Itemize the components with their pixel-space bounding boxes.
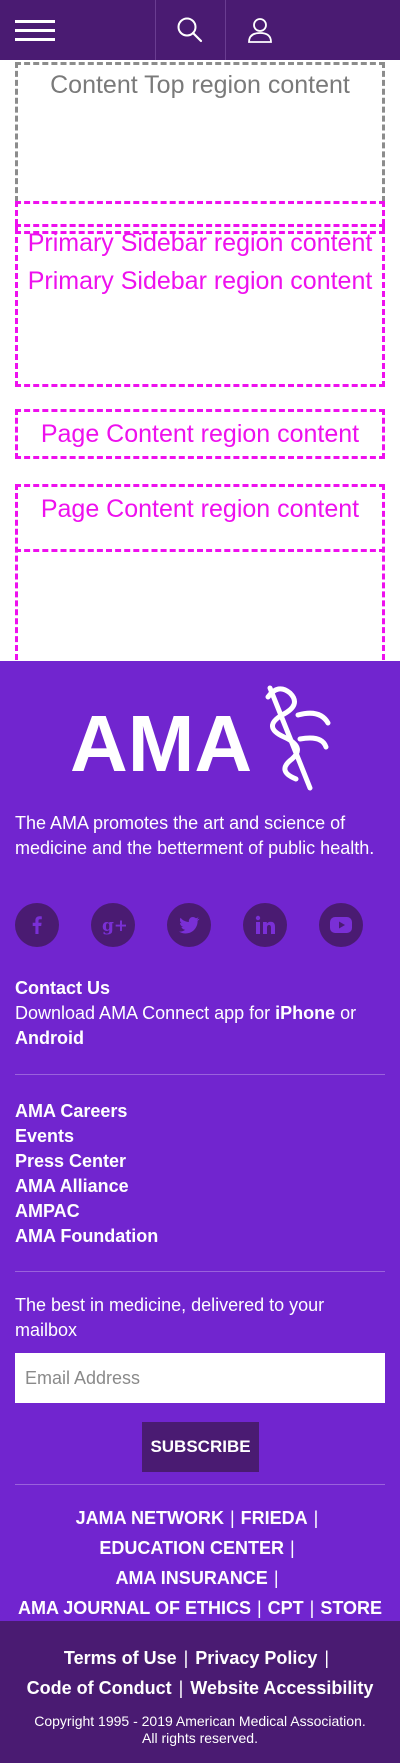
link-ama-alliance[interactable]: AMA Alliance xyxy=(15,1174,385,1199)
copyright-line: Copyright 1995 - 2019 American Medical A… xyxy=(34,1713,366,1729)
footer-tagline: The AMA promotes the art and science of … xyxy=(15,813,375,858)
partner-row: AMA INSURANCE | xyxy=(115,1568,279,1588)
link-ama-careers[interactable]: AMA Careers xyxy=(15,1099,385,1124)
page-content-region-label: Page Content region content xyxy=(40,495,360,523)
download-prefix: Download AMA Connect app for xyxy=(15,1003,276,1023)
ama-logo-text: AMA xyxy=(70,699,252,788)
link-ama-insurance[interactable]: AMA INSURANCE xyxy=(115,1568,267,1588)
legal-links: Terms of Use | Privacy Policy | Code of Con… xyxy=(5,1643,395,1703)
partner-row: JAMA NETWORK | FRIEDA | xyxy=(75,1508,319,1528)
link-press-center[interactable]: Press Center xyxy=(15,1149,385,1174)
header-divider xyxy=(155,0,156,60)
divider xyxy=(15,1484,385,1485)
link-ama-foundation[interactable]: AMA Foundation xyxy=(15,1224,385,1249)
primary-sidebar-region-label: Primary Sidebar region content xyxy=(27,267,373,295)
search-icon[interactable] xyxy=(175,15,205,45)
contact-block: Contact Us Download AMA Connect app for … xyxy=(15,976,385,1051)
partner-row: EDUCATION CENTER | xyxy=(99,1538,295,1558)
site-footer: AMA The AMA promotes the art and science… xyxy=(0,661,400,1621)
hamburger-menu-icon[interactable] xyxy=(15,20,55,42)
page-content-region: Page Content region content xyxy=(15,409,385,459)
link-events[interactable]: Events xyxy=(15,1124,385,1149)
divider xyxy=(15,1074,385,1075)
partner-row: AMA JOURNAL OF ETHICS | CPT | STORE xyxy=(17,1598,383,1618)
subscribe-button[interactable]: SUBSCRIBE xyxy=(142,1422,259,1472)
page-content-region: Page Content region content xyxy=(15,484,385,660)
facebook-icon[interactable] xyxy=(15,903,59,947)
staff-of-asclepius-icon xyxy=(265,685,331,791)
primary-sidebar-region-label: Primary Sidebar region content xyxy=(27,229,373,257)
link-education-center[interactable]: EDUCATION CENTER xyxy=(99,1538,284,1558)
link-jama-network[interactable]: JAMA NETWORK xyxy=(76,1508,224,1528)
divider xyxy=(15,1271,385,1272)
email-input[interactable] xyxy=(15,1353,385,1403)
svg-text:g+: g+ xyxy=(102,916,126,936)
link-code-of-conduct[interactable]: Code of Conduct xyxy=(27,1678,172,1698)
android-link[interactable]: Android xyxy=(15,1028,84,1048)
link-website-accessibility[interactable]: Website Accessibility xyxy=(190,1678,373,1698)
page-content-region-label: Page Content region content xyxy=(40,420,360,448)
link-ampac[interactable]: AMPAC xyxy=(15,1199,385,1224)
footer-links: AMA Careers Events Press Center AMA Alli… xyxy=(15,1099,385,1249)
link-ama-journal-of-ethics[interactable]: AMA JOURNAL OF ETHICS xyxy=(18,1598,251,1618)
or-text: or xyxy=(335,1003,357,1023)
ama-logo[interactable]: AMA xyxy=(70,683,340,793)
legal-bar: Terms of Use | Privacy Policy | Code of Con… xyxy=(0,1621,400,1763)
content-top-region: Content Top region content xyxy=(15,62,385,202)
social-links: g+ xyxy=(15,903,385,947)
partner-links: JAMA NETWORK | FRIEDA | EDUCATION CENTER | A… xyxy=(5,1503,395,1623)
iphone-link[interactable]: iPhone xyxy=(275,1003,335,1023)
copyright-line: All rights reserved. xyxy=(142,1730,258,1746)
legal-row: Terms of Use | Privacy Policy | xyxy=(63,1648,330,1668)
link-terms-of-use[interactable]: Terms of Use xyxy=(64,1648,177,1668)
region-divider xyxy=(15,549,385,552)
youtube-icon[interactable] xyxy=(319,903,363,947)
twitter-icon[interactable] xyxy=(167,903,211,947)
google-plus-icon[interactable]: g+ xyxy=(91,903,135,947)
legal-row: Code of Conduct | Website Accessibility xyxy=(26,1678,374,1698)
newsletter-text: The best in medicine, delivered to your … xyxy=(15,1295,325,1340)
contact-us-link[interactable]: Contact Us xyxy=(15,976,385,1001)
user-account-icon[interactable] xyxy=(245,15,275,45)
content-top-region-label: Content Top region content xyxy=(50,71,350,99)
link-privacy-policy[interactable]: Privacy Policy xyxy=(195,1648,317,1668)
link-frieda[interactable]: FRIEDA xyxy=(241,1508,308,1528)
link-cpt[interactable]: CPT xyxy=(268,1598,304,1618)
linkedin-icon[interactable] xyxy=(243,903,287,947)
link-store[interactable]: STORE xyxy=(320,1598,382,1618)
copyright-text: Copyright 1995 - 2019 American Medical A… xyxy=(15,1713,385,1747)
site-header xyxy=(0,0,400,60)
header-divider xyxy=(225,0,226,60)
app-download-text: Download AMA Connect app for iPhone or A… xyxy=(15,1001,385,1051)
